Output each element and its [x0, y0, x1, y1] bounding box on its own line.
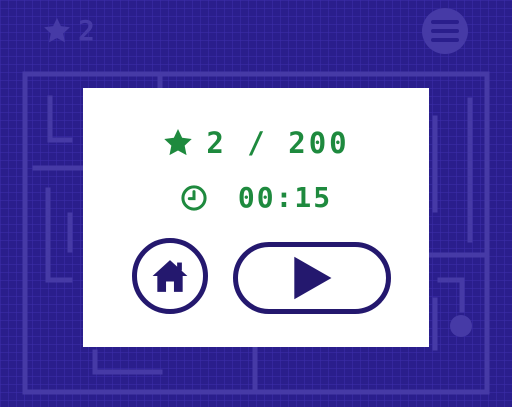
star-icon — [44, 17, 70, 42]
star-count: 2 — [78, 14, 95, 47]
maze-wall — [47, 95, 73, 143]
play-button[interactable] — [233, 242, 391, 314]
elapsed-time-text: 00:15 — [237, 181, 333, 214]
player-ball — [450, 315, 472, 337]
top-bar: 2 — [0, 0, 512, 62]
stars-progress: 2 / 200 — [83, 126, 429, 160]
stars-progress-text: 2 / 200 — [206, 126, 350, 160]
maze-wall — [92, 349, 163, 375]
level-complete-dialog: 2 / 200 00:15 — [83, 88, 429, 347]
menu-icon — [431, 20, 459, 24]
elapsed-time: 00:15 — [83, 181, 429, 214]
maze-wall — [45, 187, 73, 283]
star-counter: 2 — [42, 14, 95, 47]
home-icon — [152, 260, 188, 292]
star-icon — [164, 129, 193, 156]
maze-wall — [437, 277, 465, 313]
menu-button[interactable] — [422, 8, 468, 54]
play-icon — [294, 256, 332, 300]
home-button[interactable] — [132, 238, 208, 314]
clock-icon — [181, 184, 207, 211]
